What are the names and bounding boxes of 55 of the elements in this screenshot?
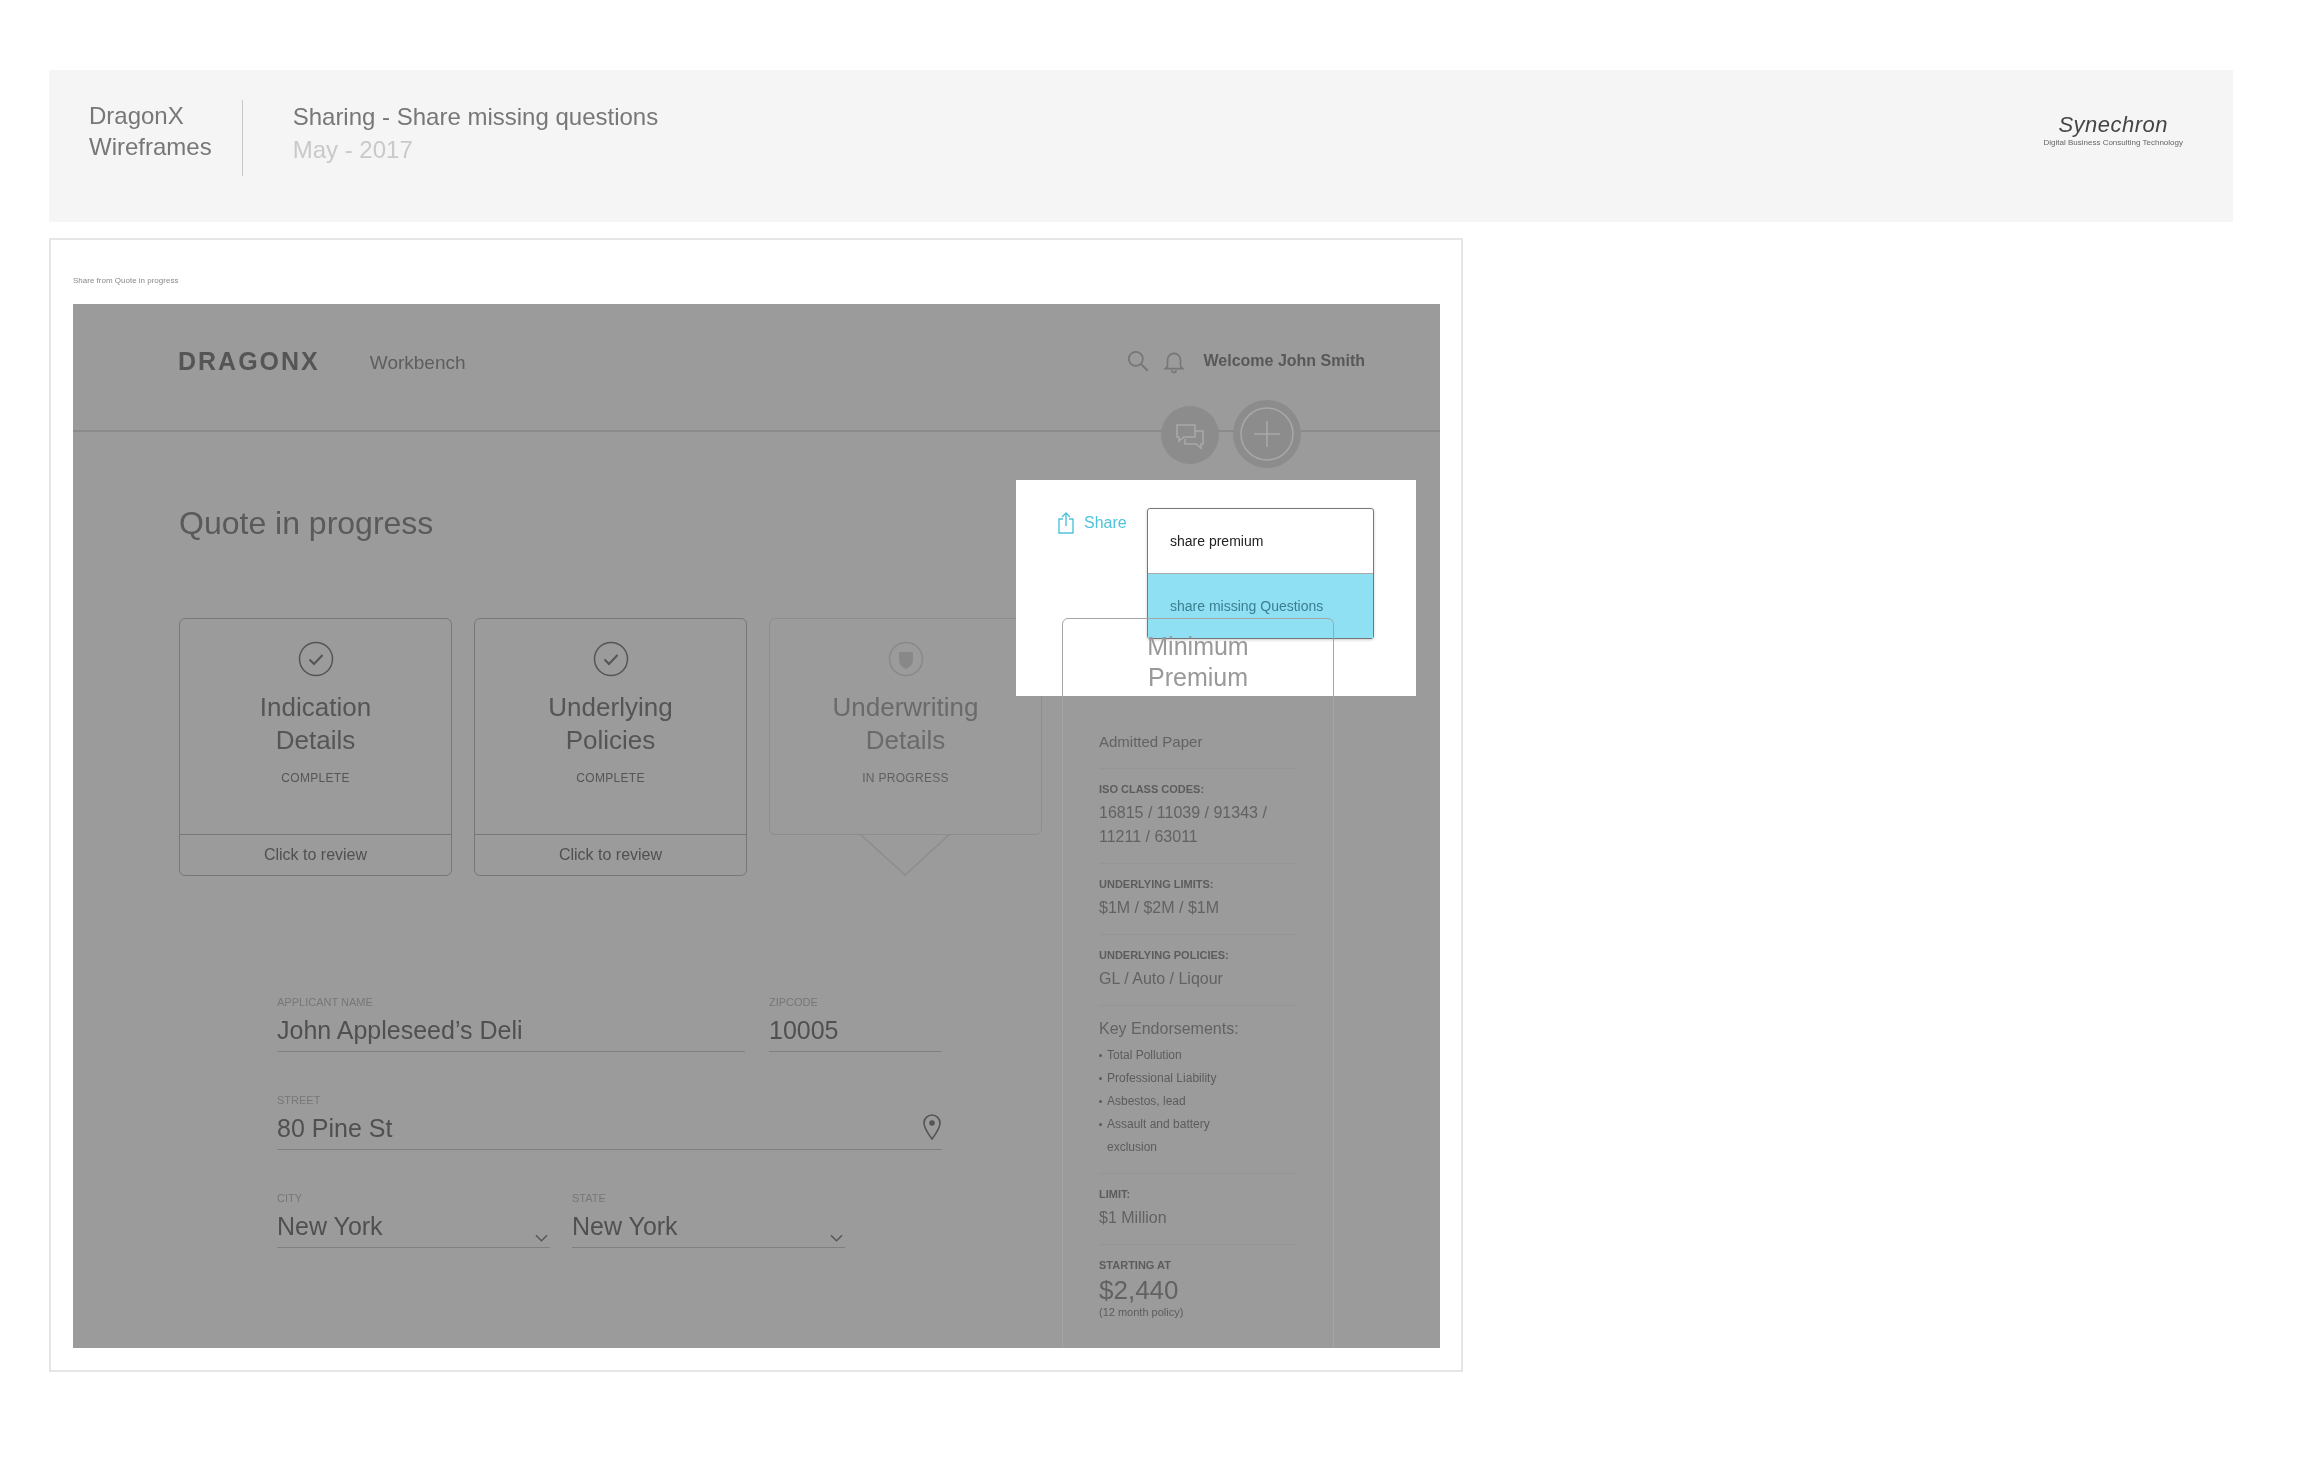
step-card[interactable]: Indication Details COMPLETE Click to review	[179, 618, 452, 876]
endorsement-item: Assault and battery exclusion	[1107, 1116, 1211, 1156]
step-status: COMPLETE	[281, 771, 350, 785]
paper-type: Admitted Paper	[1099, 733, 1297, 769]
summary-label: LIMIT:	[1099, 1188, 1132, 1200]
step-status: IN PROGRESS	[862, 771, 949, 785]
bullet-icon	[1099, 1123, 1102, 1126]
bullet-icon	[1099, 1100, 1102, 1103]
chat-button[interactable]	[1160, 405, 1220, 465]
summary-label: ISO CLASS CODES:	[1099, 783, 1206, 795]
endorsement-item: Professional Liability	[1107, 1070, 1217, 1087]
step-title: Indication Details	[258, 691, 373, 757]
check-circle-icon	[297, 641, 334, 677]
project-subtitle: Wireframes	[89, 132, 212, 162]
dropdown-field[interactable]: New York	[277, 1208, 550, 1248]
input-field[interactable]: 10005	[769, 1012, 942, 1052]
step-status: COMPLETE	[576, 771, 645, 785]
input-field[interactable]: 80 Pine St	[277, 1110, 942, 1150]
review-link[interactable]: Click to review	[475, 834, 746, 875]
share-icon	[1056, 512, 1076, 534]
check-circle-icon	[592, 641, 629, 677]
chevron-icon	[535, 1234, 548, 1242]
summary-value: GL / Auto / Liqour	[1099, 969, 1224, 989]
summary-label: UNDERLYING POLICIES:	[1099, 949, 1230, 961]
endorsement-item: Total Pollution	[1107, 1047, 1182, 1064]
review-link[interactable]: Click to review	[180, 834, 451, 875]
bullet-icon	[1099, 1054, 1102, 1057]
location-pin-icon	[922, 1113, 942, 1141]
summary-value: $1M / $2M / $1M	[1099, 898, 1221, 918]
bullet-icon	[1099, 1077, 1102, 1080]
nav-link[interactable]: Workbench	[369, 348, 466, 374]
menu-item[interactable]: share premium	[1148, 509, 1373, 573]
quote-title: Quote in progress	[179, 504, 434, 543]
endorsement-item: Asbestos, lead	[1107, 1093, 1186, 1110]
page-heading: Sharing - Share missing questions	[292, 102, 659, 132]
company-logo: Synechron	[2058, 112, 2169, 138]
logo-tagline: Digital Business Consulting Technology	[2043, 138, 2183, 147]
step-title: Underlying Policies	[547, 691, 674, 757]
summary-value: $1 Million	[1099, 1208, 1168, 1228]
chevron-icon	[830, 1234, 843, 1242]
summary-label: UNDERLYING LIMITS:	[1099, 878, 1215, 890]
price-text: $2,440	[1099, 1275, 1180, 1306]
input-field[interactable]: John Appleseed’s Deli	[277, 1012, 745, 1052]
endorsements-title: Key Endorsements:	[1099, 1020, 1240, 1038]
project-name: DragonX	[89, 101, 185, 131]
summary-value: 16815 / 11039 / 91343 / 11211 / 63011	[1099, 803, 1268, 847]
artboard-caption: Share from Quote in progress	[73, 276, 180, 287]
dropdown-field[interactable]: New York	[572, 1208, 845, 1248]
price-note: (12 month policy)	[1099, 1306, 1185, 1318]
welcome-text: Welcome John Smith	[1203, 352, 1365, 370]
add-button[interactable]	[1232, 399, 1302, 469]
share-button[interactable]: Share	[1056, 512, 1127, 534]
summary-label: STARTING AT	[1099, 1259, 1172, 1271]
step-card[interactable]: Underlying Policies COMPLETE Click to review	[474, 618, 747, 876]
brand-logo: DRAGONX	[178, 346, 320, 376]
